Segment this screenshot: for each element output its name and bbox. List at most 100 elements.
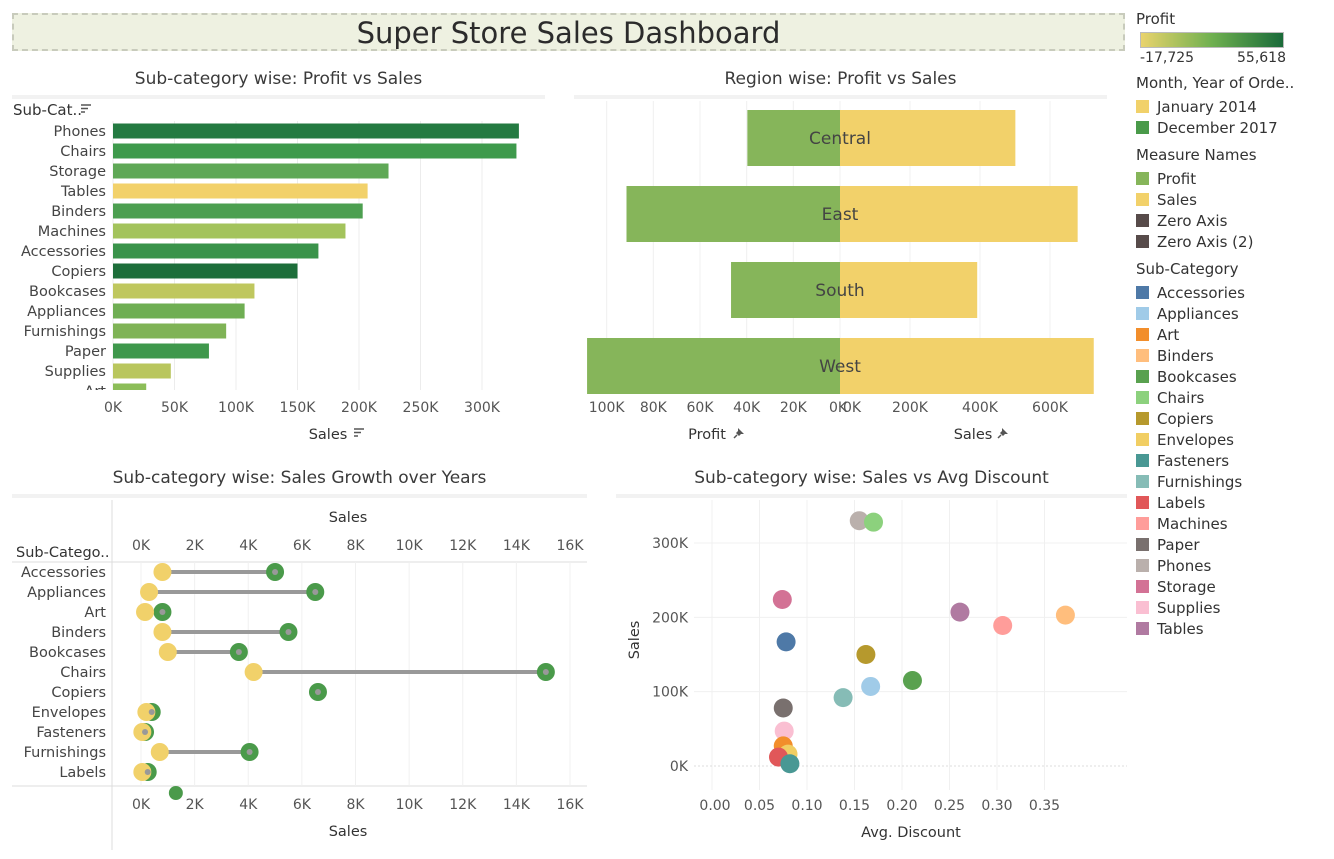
dashboard-title: Super Store Sales Dashboard	[356, 16, 781, 50]
legend-subcat-item[interactable]: Copiers	[1136, 408, 1332, 429]
legend-subcat-item[interactable]: Supplies	[1136, 597, 1332, 618]
bar-chairs[interactable]	[113, 143, 517, 159]
legend-subcat-item[interactable]: Storage	[1136, 576, 1332, 597]
point-machines[interactable]	[993, 616, 1013, 636]
x-tick-label: 200K	[892, 400, 929, 416]
category-label: Machines	[38, 224, 106, 240]
bar-accessories[interactable]	[113, 243, 319, 259]
dot-2014[interactable]	[153, 563, 172, 581]
point-binders[interactable]	[1055, 605, 1075, 625]
point-storage[interactable]	[772, 589, 792, 609]
sort-icon[interactable]	[81, 104, 91, 113]
legend-label: Chairs	[1157, 388, 1205, 407]
region-label: Central	[809, 129, 871, 149]
legend-month-item[interactable]: January 2014	[1136, 96, 1332, 117]
point-paper[interactable]	[773, 698, 793, 718]
dot-2014[interactable]	[150, 743, 169, 761]
x-tick-label: 0.20	[886, 798, 917, 814]
legend-subcat-item[interactable]: Bookcases	[1136, 366, 1332, 387]
point-appliances[interactable]	[861, 676, 881, 696]
category-label: Chairs	[60, 665, 106, 681]
legend-subcat-item[interactable]: Envelopes	[1136, 429, 1332, 450]
legend-subcat-item[interactable]: Binders	[1136, 345, 1332, 366]
bar-copiers[interactable]	[113, 263, 298, 279]
dot-2014[interactable]	[136, 603, 155, 621]
point-chairs[interactable]	[864, 512, 883, 532]
point-fasteners[interactable]	[780, 754, 800, 774]
legend-swatch	[1136, 286, 1149, 299]
category-label: Paper	[65, 344, 106, 360]
bar-supplies[interactable]	[113, 363, 171, 379]
legend-swatch	[1136, 328, 1149, 341]
bar-tables[interactable]	[113, 183, 368, 199]
legend-measure-item[interactable]: Sales	[1136, 189, 1332, 210]
legend-subcat-item[interactable]: Chairs	[1136, 387, 1332, 408]
bar-bookcases[interactable]	[113, 283, 255, 299]
bar-appliances[interactable]	[113, 303, 245, 319]
legend-subcat-item[interactable]: Machines	[1136, 513, 1332, 534]
bar-paper[interactable]	[113, 343, 209, 359]
legend-measure-item[interactable]: Zero Axis (2)	[1136, 231, 1332, 252]
row-header: Sub-Cat..	[13, 101, 82, 119]
legend-profit-title: Profit	[1136, 10, 1176, 28]
legend-subcat-item[interactable]: Accessories	[1136, 282, 1332, 303]
dot-2014[interactable]	[140, 583, 159, 601]
dot-2014[interactable]	[244, 663, 263, 681]
legend-subcat-item[interactable]: Paper	[1136, 534, 1332, 555]
legend-swatch	[1136, 391, 1149, 404]
legend-month-item[interactable]: December 2017	[1136, 117, 1332, 138]
x-tick-label: 80K	[640, 400, 668, 416]
x-tick-label: 100K	[218, 400, 255, 416]
point-furnishings[interactable]	[833, 688, 853, 708]
profit-bar-east[interactable]	[626, 186, 841, 242]
sales-bar-west[interactable]	[840, 338, 1094, 394]
row-header: Sub-Catego..	[16, 545, 110, 561]
scatter-chart: 0.00 0.05 0.10 0.15 0.20 0.25 0.30 0.35 0K 100K 20…	[627, 500, 1127, 841]
legend-subcat-item[interactable]: Tables	[1136, 618, 1332, 639]
point-accessories[interactable]	[776, 632, 796, 652]
point-tables[interactable]	[950, 602, 970, 622]
bar-furnishings[interactable]	[113, 323, 227, 339]
bar-storage[interactable]	[113, 163, 389, 179]
dot-inner	[148, 709, 155, 715]
legend-measure-item[interactable]: Profit	[1136, 168, 1332, 189]
bar-art[interactable]	[113, 383, 147, 399]
x-tick-label-top: 14K	[503, 538, 531, 554]
category-label: Supplies	[45, 364, 106, 380]
sales-bar-east[interactable]	[840, 186, 1078, 242]
legend-swatch	[1136, 121, 1149, 134]
x-tick-label: 40K	[733, 400, 761, 416]
x-tick-label: 0K	[104, 400, 123, 416]
dot-inner	[235, 649, 242, 655]
region-label: East	[822, 205, 859, 225]
legend-subcat-item[interactable]: Appliances	[1136, 303, 1332, 324]
pin-icon[interactable]	[997, 428, 1008, 439]
legend-subcat-item[interactable]: Art	[1136, 324, 1332, 345]
bar-binders[interactable]	[113, 203, 363, 219]
sort-icon[interactable]	[354, 428, 364, 437]
legend-subcat-item[interactable]: Furnishings	[1136, 471, 1332, 492]
legend-swatch	[1136, 433, 1149, 446]
x-tick-label: 0.25	[934, 798, 965, 814]
legend-subcat-item[interactable]: Phones	[1136, 555, 1332, 576]
legend-subcat-item[interactable]: Fasteners	[1136, 450, 1332, 471]
bottom-x-axis-title: Sales	[329, 824, 368, 840]
legend-label: Labels	[1157, 493, 1206, 512]
x-tick-label-top: 0K	[132, 538, 151, 554]
dot-inner	[314, 689, 321, 695]
dot-2014[interactable]	[158, 643, 177, 661]
legend-swatch	[1136, 601, 1149, 614]
x-tick-label: 0.05	[744, 798, 775, 814]
x-tick-label-bottom: 2K	[186, 797, 205, 813]
x-tick-label-bottom: 10K	[396, 797, 424, 813]
point-bookcases[interactable]	[902, 671, 922, 691]
dot-2014[interactable]	[153, 623, 172, 641]
legend-measure-item[interactable]: Zero Axis	[1136, 210, 1332, 231]
bar-phones[interactable]	[113, 123, 519, 139]
pin-icon[interactable]	[733, 428, 744, 439]
point-copiers[interactable]	[856, 645, 876, 664]
profit-bar-west[interactable]	[587, 338, 840, 394]
bar-machines[interactable]	[113, 223, 346, 239]
legend-subcat-item[interactable]: Labels	[1136, 492, 1332, 513]
x-axis-title: Avg. Discount	[861, 825, 961, 841]
